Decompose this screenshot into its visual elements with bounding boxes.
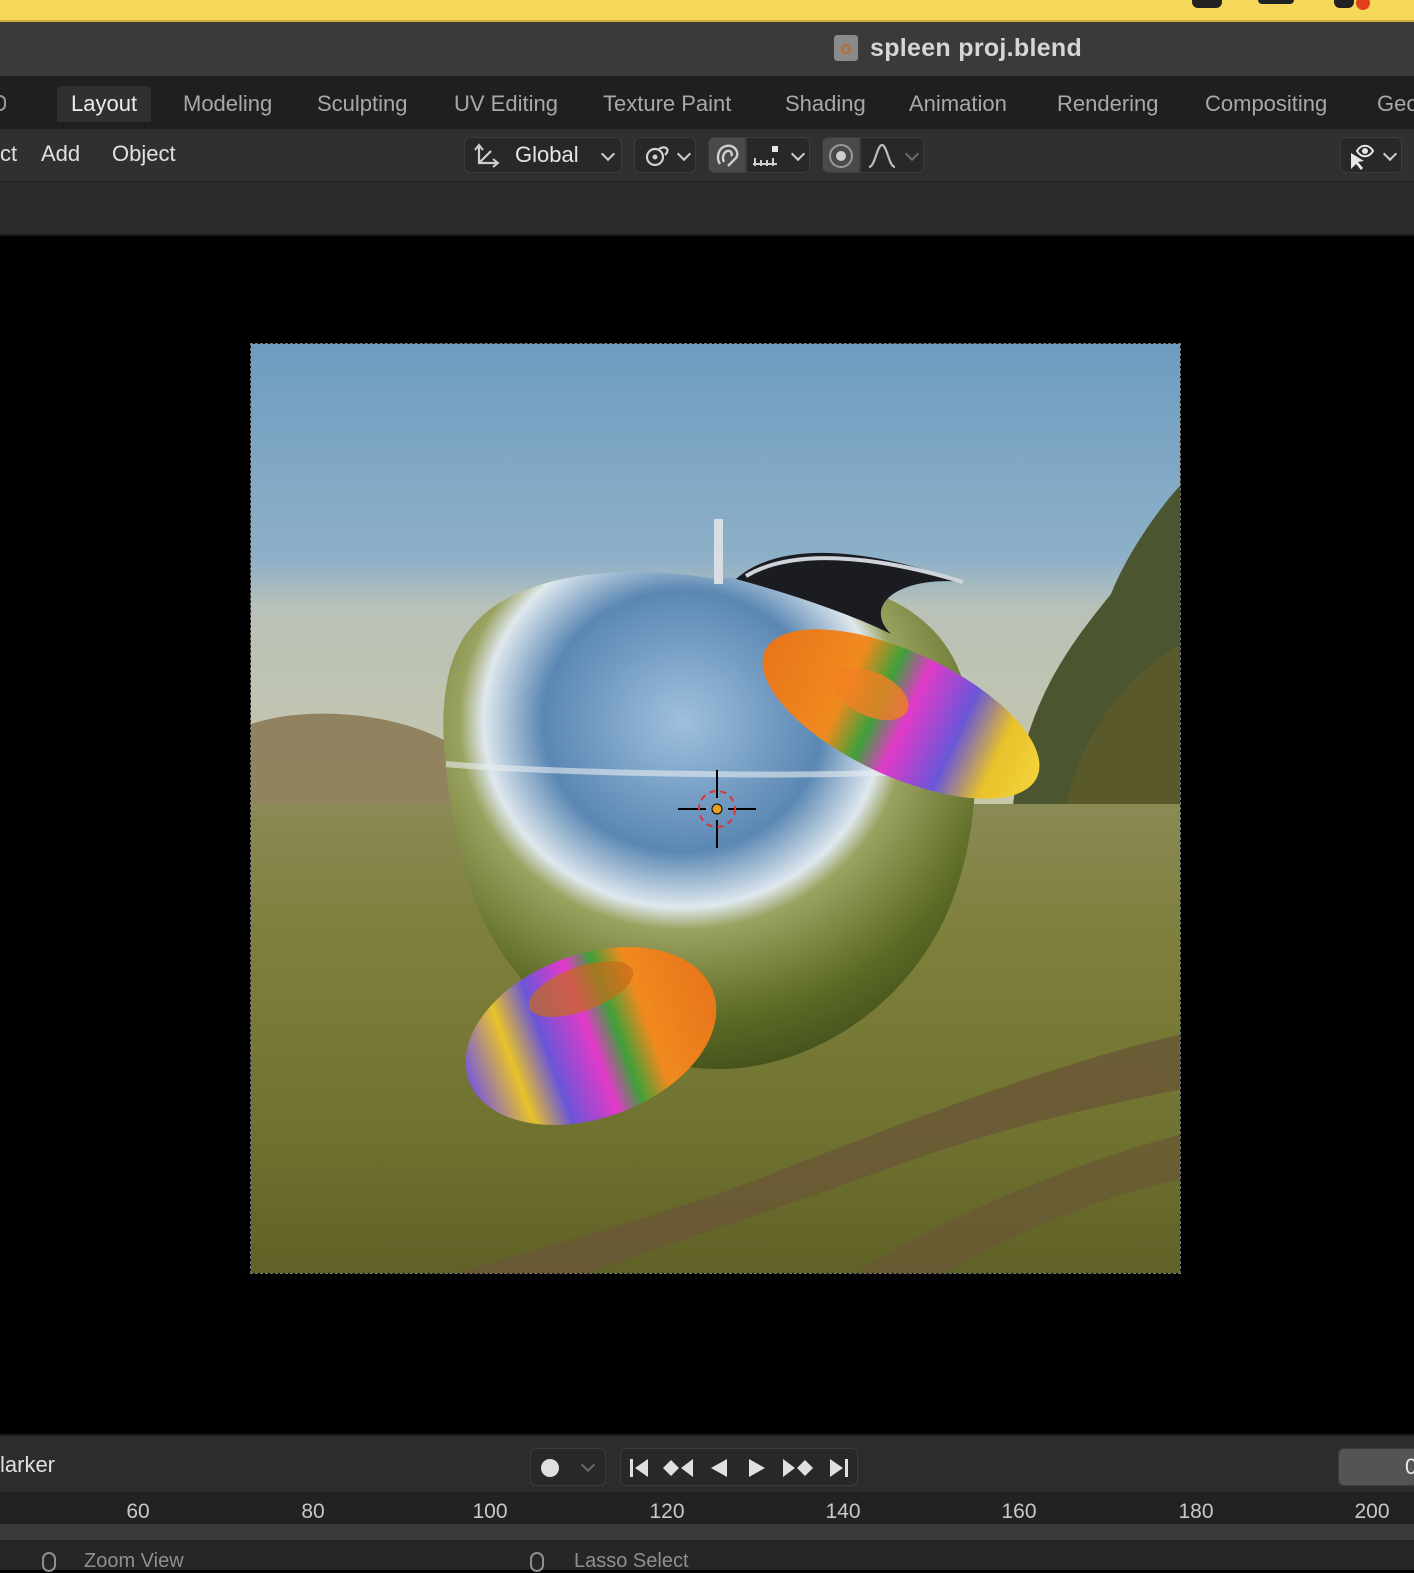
tab-geometry-nodes[interactable]: Geo xyxy=(1363,86,1414,122)
snap-magnet-icon xyxy=(716,144,739,167)
snap-target-dropdown[interactable] xyxy=(746,137,810,173)
macos-menubar xyxy=(0,0,1414,22)
menubar-status-icon[interactable] xyxy=(1334,0,1354,8)
tab-texture-paint[interactable]: Texture Paint xyxy=(589,86,745,122)
menubar-status-icon[interactable] xyxy=(1258,0,1294,4)
tab-rendering[interactable]: Rendering xyxy=(1043,86,1173,122)
selectability-visibility-icon xyxy=(1351,144,1375,170)
next-keyframe-icon[interactable] xyxy=(781,1456,815,1480)
chevron-down-icon xyxy=(1382,146,1398,162)
jump-end-icon[interactable] xyxy=(827,1456,851,1480)
playback-controls xyxy=(620,1448,858,1486)
snap-toggle[interactable] xyxy=(708,137,746,173)
status-bar: Zoom View Lasso Select xyxy=(0,1540,1414,1572)
menu-marker[interactable]: larker xyxy=(0,1452,55,1478)
frame-label: 140 xyxy=(825,1500,861,1523)
selectability-visibility-dropdown[interactable] xyxy=(1340,137,1402,173)
frame-label: 180 xyxy=(1178,1500,1214,1523)
auto-keying-toggle[interactable] xyxy=(530,1448,606,1486)
frame-label: 200 xyxy=(1354,1500,1390,1523)
tab-modeling[interactable]: Modeling xyxy=(169,86,286,122)
timeline-header: larker 0 xyxy=(0,1434,1414,1494)
camera-view-render[interactable] xyxy=(250,343,1181,1274)
proportional-editing-icon xyxy=(829,144,853,168)
timeline-scrollbar[interactable] xyxy=(0,1524,1414,1540)
menu-partial-icon[interactable] xyxy=(0,95,6,111)
window-titlebar: spleen proj.blend xyxy=(0,22,1414,77)
tab-sculpting[interactable]: Sculpting xyxy=(303,86,422,122)
workspace-tabs: Layout Modeling Sculpting UV Editing Tex… xyxy=(0,77,1414,129)
chevron-down-icon xyxy=(580,1457,596,1473)
proportional-falloff-dropdown[interactable] xyxy=(860,137,924,173)
tab-shading[interactable]: Shading xyxy=(771,86,880,122)
menu-add[interactable]: Add xyxy=(41,139,80,169)
pivot-point-icon xyxy=(645,146,669,167)
viewport-header: ct Add Object Global xyxy=(0,129,1414,182)
chevron-down-icon xyxy=(790,146,806,162)
chevron-down-icon xyxy=(904,146,920,162)
transform-orientation-icon xyxy=(474,143,500,168)
3d-cursor-icon[interactable] xyxy=(676,768,758,850)
transform-orientation-value: Global xyxy=(515,142,579,167)
window-title: spleen proj.blend xyxy=(870,33,1083,62)
frame-label: 160 xyxy=(1001,1500,1037,1523)
frame-label: 60 xyxy=(126,1500,150,1523)
falloff-curve-icon xyxy=(868,143,896,169)
pivot-point-dropdown[interactable] xyxy=(634,137,696,173)
current-frame-value: 0 xyxy=(1405,1454,1414,1479)
frame-label: 120 xyxy=(649,1500,685,1523)
jump-start-icon[interactable] xyxy=(627,1456,651,1480)
mouse-left-icon xyxy=(530,1552,544,1572)
tab-layout[interactable]: Layout xyxy=(57,86,152,122)
blend-file-icon xyxy=(834,35,858,61)
tab-animation[interactable]: Animation xyxy=(895,86,1021,122)
snap-increment-icon xyxy=(753,146,778,166)
prev-keyframe-icon[interactable] xyxy=(661,1456,695,1480)
mouse-middle-icon xyxy=(42,1552,56,1572)
record-icon xyxy=(541,1459,559,1477)
chevron-down-icon xyxy=(600,146,616,162)
frame-label: 80 xyxy=(301,1500,325,1523)
tab-compositing[interactable]: Compositing xyxy=(1191,86,1341,122)
notification-dot-icon xyxy=(1356,0,1370,10)
current-frame-field[interactable]: 0 xyxy=(1338,1448,1414,1486)
proportional-editing-toggle[interactable] xyxy=(822,137,860,173)
menu-select[interactable]: ct xyxy=(0,139,17,169)
play-icon[interactable] xyxy=(745,1456,769,1480)
chevron-down-icon xyxy=(676,146,692,162)
transform-orientation-dropdown[interactable]: Global xyxy=(464,137,622,173)
menu-object[interactable]: Object xyxy=(112,139,176,169)
play-reverse-icon[interactable] xyxy=(707,1456,731,1480)
frame-label: 100 xyxy=(472,1500,508,1523)
tab-uv-editing[interactable]: UV Editing xyxy=(440,86,572,122)
menubar-status-icon[interactable] xyxy=(1192,0,1222,8)
tool-settings-bar xyxy=(0,182,1414,236)
